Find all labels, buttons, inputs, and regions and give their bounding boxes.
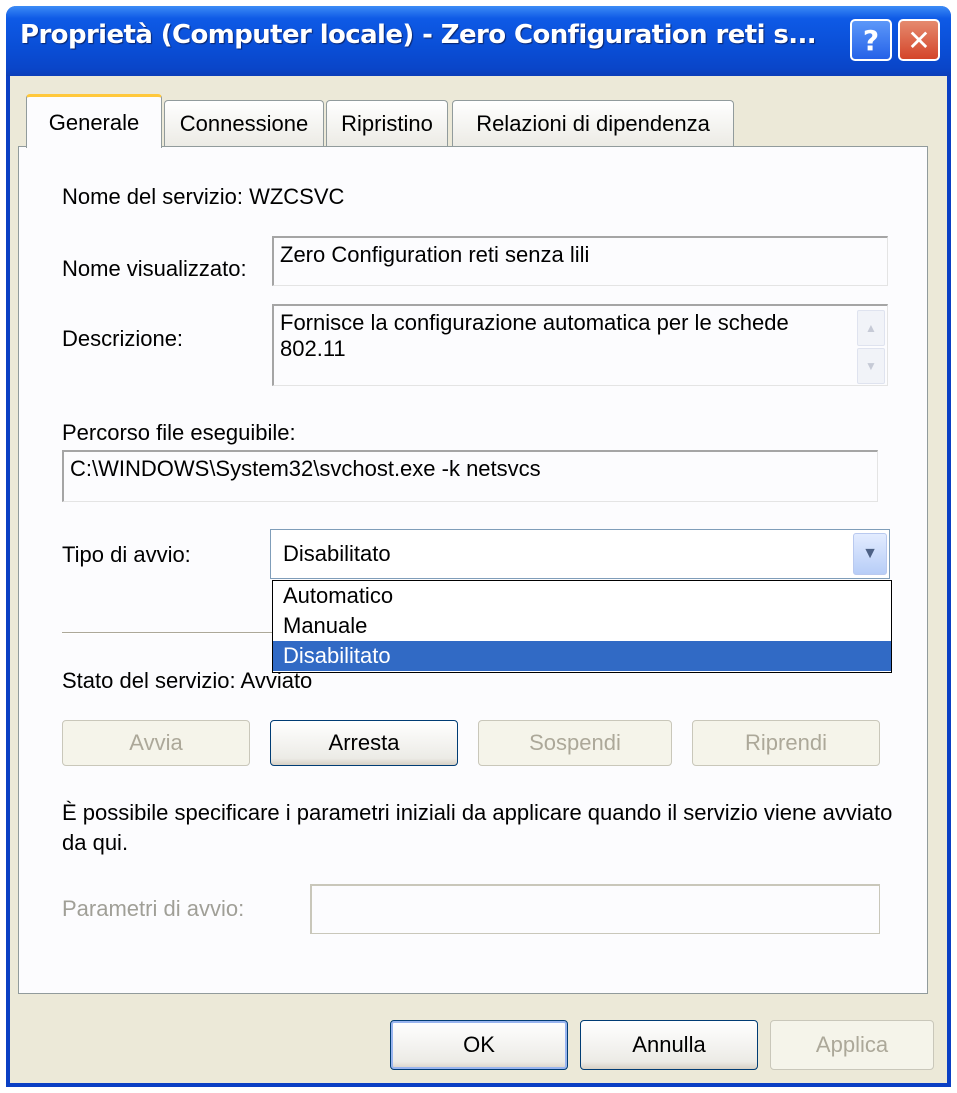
exec-path-field[interactable]: C:\WINDOWS\System32\svchost.exe -k netsv… bbox=[62, 450, 878, 502]
pause-button[interactable]: Sospendi bbox=[478, 720, 672, 766]
service-name-value: WZCSVC bbox=[249, 184, 345, 209]
dropdown-option-disabilitato[interactable]: Disabilitato bbox=[273, 641, 891, 671]
startup-type-select[interactable]: Disabilitato ▼ bbox=[270, 529, 890, 579]
params-note: È possibile specificare i parametri iniz… bbox=[62, 800, 893, 855]
description-label: Descrizione: bbox=[62, 326, 184, 351]
resume-button[interactable]: Riprendi bbox=[692, 720, 880, 766]
help-button[interactable]: ? bbox=[850, 19, 892, 61]
ok-button[interactable]: OK bbox=[390, 1020, 568, 1070]
start-button[interactable]: Avvia bbox=[62, 720, 250, 766]
chevron-down-icon[interactable]: ▼ bbox=[853, 533, 887, 575]
stop-button[interactable]: Arresta bbox=[270, 720, 458, 766]
apply-button[interactable]: Applica bbox=[770, 1020, 934, 1070]
description-scrollbar[interactable]: ▲ ▼ bbox=[857, 310, 885, 385]
startup-type-selected: Disabilitato bbox=[283, 541, 391, 566]
window-title: Proprietà (Computer locale) - Zero Confi… bbox=[20, 20, 817, 50]
scroll-up-icon[interactable]: ▲ bbox=[857, 310, 885, 346]
tab-ripristino[interactable]: Ripristino bbox=[326, 100, 448, 146]
dropdown-option-manuale[interactable]: Manuale bbox=[273, 611, 891, 641]
tab-relazioni-di-dipendenza[interactable]: Relazioni di dipendenza bbox=[452, 100, 734, 146]
description-field[interactable]: Fornisce la configurazione automatica pe… bbox=[272, 304, 888, 386]
cancel-button[interactable]: Annulla bbox=[580, 1020, 758, 1070]
title-bar[interactable]: Proprietà (Computer locale) - Zero Confi… bbox=[6, 6, 951, 76]
tab-generale[interactable]: Generale bbox=[26, 94, 162, 148]
close-button[interactable]: ✕ bbox=[898, 19, 940, 61]
close-icon: ✕ bbox=[907, 23, 931, 57]
help-icon: ? bbox=[862, 23, 880, 57]
display-name-label: Nome visualizzato: bbox=[62, 256, 247, 281]
divider bbox=[62, 632, 292, 634]
service-name-label: Nome del servizio: WZCSVC bbox=[62, 184, 345, 209]
exec-path-label: Percorso file eseguibile: bbox=[62, 420, 296, 445]
dropdown-option-automatico[interactable]: Automatico bbox=[273, 581, 891, 611]
params-label: Parametri di avvio: bbox=[62, 896, 245, 921]
startup-type-dropdown[interactable]: Automatico Manuale Disabilitato bbox=[272, 580, 892, 673]
display-name-field[interactable]: Zero Configuration reti senza lili bbox=[272, 236, 888, 286]
startup-type-label: Tipo di avvio: bbox=[62, 542, 191, 567]
description-text: Fornisce la configurazione automatica pe… bbox=[280, 310, 789, 361]
scroll-down-icon[interactable]: ▼ bbox=[857, 348, 885, 384]
params-field[interactable] bbox=[310, 884, 880, 934]
tab-connessione[interactable]: Connessione bbox=[164, 100, 324, 146]
